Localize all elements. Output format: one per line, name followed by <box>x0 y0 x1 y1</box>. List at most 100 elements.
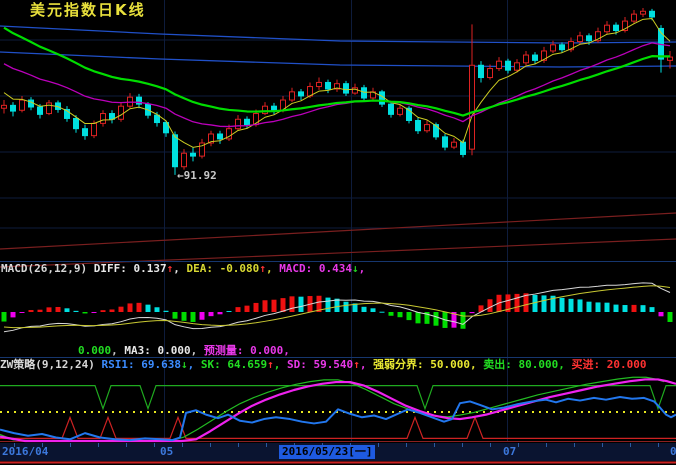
readout-segment: , <box>470 358 483 371</box>
candle <box>290 92 295 100</box>
axis-tick <box>154 443 155 447</box>
candle <box>11 105 16 111</box>
macd-bar <box>488 299 493 312</box>
macd-bar <box>416 312 421 323</box>
macd-bar <box>578 299 583 312</box>
readout-segment: 买进: 20.000 <box>572 358 647 371</box>
candle <box>101 114 106 124</box>
macd-bar <box>101 310 106 312</box>
chart-canvas[interactable]: ←91.92 <box>0 0 676 465</box>
candle <box>515 63 520 70</box>
macd-bar <box>11 312 16 317</box>
macd-bar <box>227 311 232 312</box>
axis-tick <box>574 443 575 447</box>
readout-segment: 0.000 <box>78 344 111 357</box>
readout-segment: 卖出: 80.000 <box>483 358 558 371</box>
macd-bar <box>146 305 151 312</box>
candle <box>470 65 475 149</box>
date-axis[interactable]: 2016/04052016/05/23[一]070 <box>0 443 676 461</box>
macd-bar <box>398 312 403 317</box>
axis-tick <box>434 443 435 447</box>
macd-readout: MACD(26,12,9) DIFF: 0.137↑, DEA: -0.080↑… <box>1 263 365 275</box>
candle <box>533 55 538 60</box>
candle <box>497 61 502 68</box>
candle <box>668 57 673 60</box>
macd-bar <box>137 303 142 312</box>
readout-segment: , <box>558 358 571 371</box>
macd-bar <box>668 312 673 322</box>
macd-bar <box>326 298 331 312</box>
readout-segment: , <box>283 344 290 357</box>
sell-80-line <box>0 386 676 409</box>
candle <box>236 119 241 128</box>
macd-bar <box>65 308 70 312</box>
candle <box>416 121 421 131</box>
axis-date-highlight: 2016/05/23[一] <box>279 445 375 459</box>
readout-segment: MACD: 0.434 <box>279 262 352 275</box>
candle <box>353 88 358 93</box>
candle <box>650 11 655 17</box>
candle <box>191 153 196 156</box>
trading-app-window: { "title": {"text": "美元指数日K线"}, "colors"… <box>0 0 676 465</box>
candle <box>299 92 304 96</box>
candle <box>605 25 610 32</box>
axis-tick <box>406 443 407 447</box>
macd-bar <box>173 312 178 319</box>
candle <box>461 142 466 154</box>
readout-segment: DIFF: 0.137 <box>94 262 167 275</box>
readout-segment: ↑ <box>353 358 360 371</box>
macd-bar <box>263 300 268 312</box>
axis-tick <box>70 443 71 447</box>
axis-tick <box>462 443 463 447</box>
candle <box>614 25 619 30</box>
macd-bar <box>407 312 412 320</box>
macd-bar <box>92 312 97 313</box>
candle <box>632 14 637 21</box>
candle <box>326 82 331 89</box>
macd-bar <box>272 300 277 312</box>
readout-segment: DEA: -0.080 <box>186 262 259 275</box>
candle <box>218 134 223 139</box>
readout-segment: ↓ <box>181 358 188 371</box>
candle <box>452 142 457 147</box>
readout-segment: SD: 59.540 <box>287 358 353 371</box>
macd-bar <box>623 305 628 312</box>
readout-segment: ↑ <box>267 358 274 371</box>
readout-segment: MACD(26,12,9) <box>1 262 94 275</box>
macd-bar <box>299 297 304 312</box>
readout-segment: SK: 64.659 <box>201 358 267 371</box>
readout-segment: , <box>359 262 366 275</box>
macd-bar <box>560 298 565 312</box>
macd-bar <box>632 305 637 312</box>
macd-bar <box>20 312 25 313</box>
axis-date-label: 0 <box>670 445 676 459</box>
candle <box>182 153 187 167</box>
candle <box>425 125 430 131</box>
readout-segment: , <box>360 358 373 371</box>
sk-line <box>0 377 664 441</box>
axis-date-label: 07 <box>503 445 516 459</box>
buy-20-line <box>0 417 676 438</box>
macd-bar <box>587 302 592 312</box>
candle <box>245 119 250 124</box>
zw-values-readout: 0.000, MA3: 0.000, 预测量: 0.000, <box>78 345 290 357</box>
macd-bar <box>56 307 61 312</box>
macd-bar <box>254 303 259 312</box>
axis-tick <box>490 443 491 447</box>
price-low-annotation: ←91.92 <box>177 169 217 182</box>
axis-tick <box>602 443 603 447</box>
candle <box>443 137 448 147</box>
axis-tick <box>658 443 659 447</box>
axis-tick <box>546 443 547 447</box>
candle <box>578 36 583 42</box>
readout-segment: 预测量: 0.000 <box>204 344 283 357</box>
candle <box>506 61 511 70</box>
axis-tick <box>378 443 379 447</box>
axis-tick <box>238 443 239 447</box>
macd-bar <box>191 312 196 322</box>
macd-bar <box>164 311 169 312</box>
candle <box>587 36 592 41</box>
axis-tick <box>630 443 631 447</box>
macd-bar <box>542 295 547 312</box>
candle <box>479 65 484 77</box>
